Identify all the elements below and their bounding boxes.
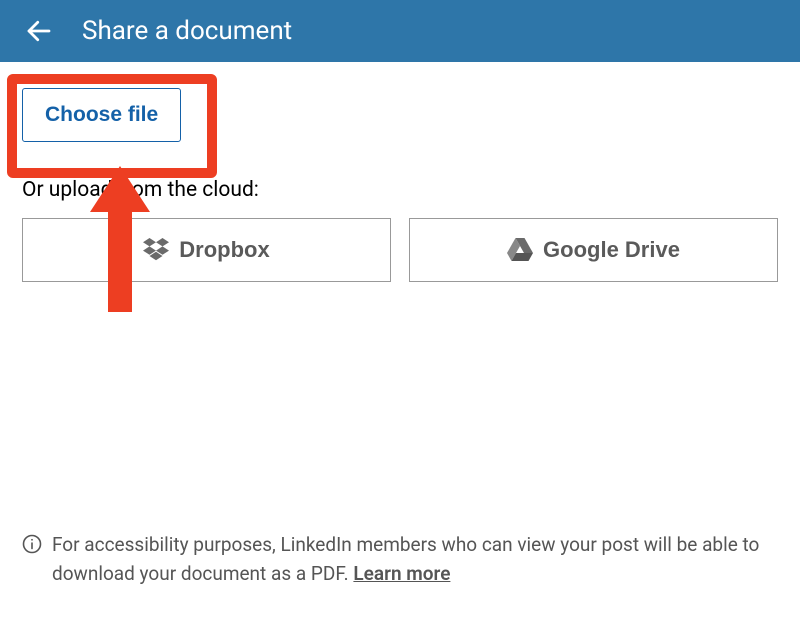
dropbox-button[interactable]: Dropbox xyxy=(22,218,391,282)
google-drive-button[interactable]: Google Drive xyxy=(409,218,778,282)
choose-file-button[interactable]: Choose file xyxy=(22,88,181,142)
learn-more-link[interactable]: Learn more xyxy=(353,562,450,585)
cloud-upload-label: Or upload from the cloud: xyxy=(22,178,778,202)
content-area: Choose file Or upload from the cloud: Dr… xyxy=(0,62,800,308)
dropbox-label: Dropbox xyxy=(179,237,269,263)
google-drive-label: Google Drive xyxy=(543,237,680,263)
dropbox-icon xyxy=(143,238,169,262)
google-drive-icon xyxy=(507,238,533,262)
header-title: Share a document xyxy=(82,16,292,46)
back-button[interactable] xyxy=(24,16,54,46)
modal-header: Share a document xyxy=(0,0,800,62)
cloud-buttons-row: Dropbox Google Drive xyxy=(22,218,778,282)
arrow-left-icon xyxy=(24,16,54,46)
info-icon xyxy=(22,534,42,563)
accessibility-note: For accessibility purposes, LinkedIn mem… xyxy=(22,531,778,588)
accessibility-text: For accessibility purposes, LinkedIn mem… xyxy=(52,531,778,588)
